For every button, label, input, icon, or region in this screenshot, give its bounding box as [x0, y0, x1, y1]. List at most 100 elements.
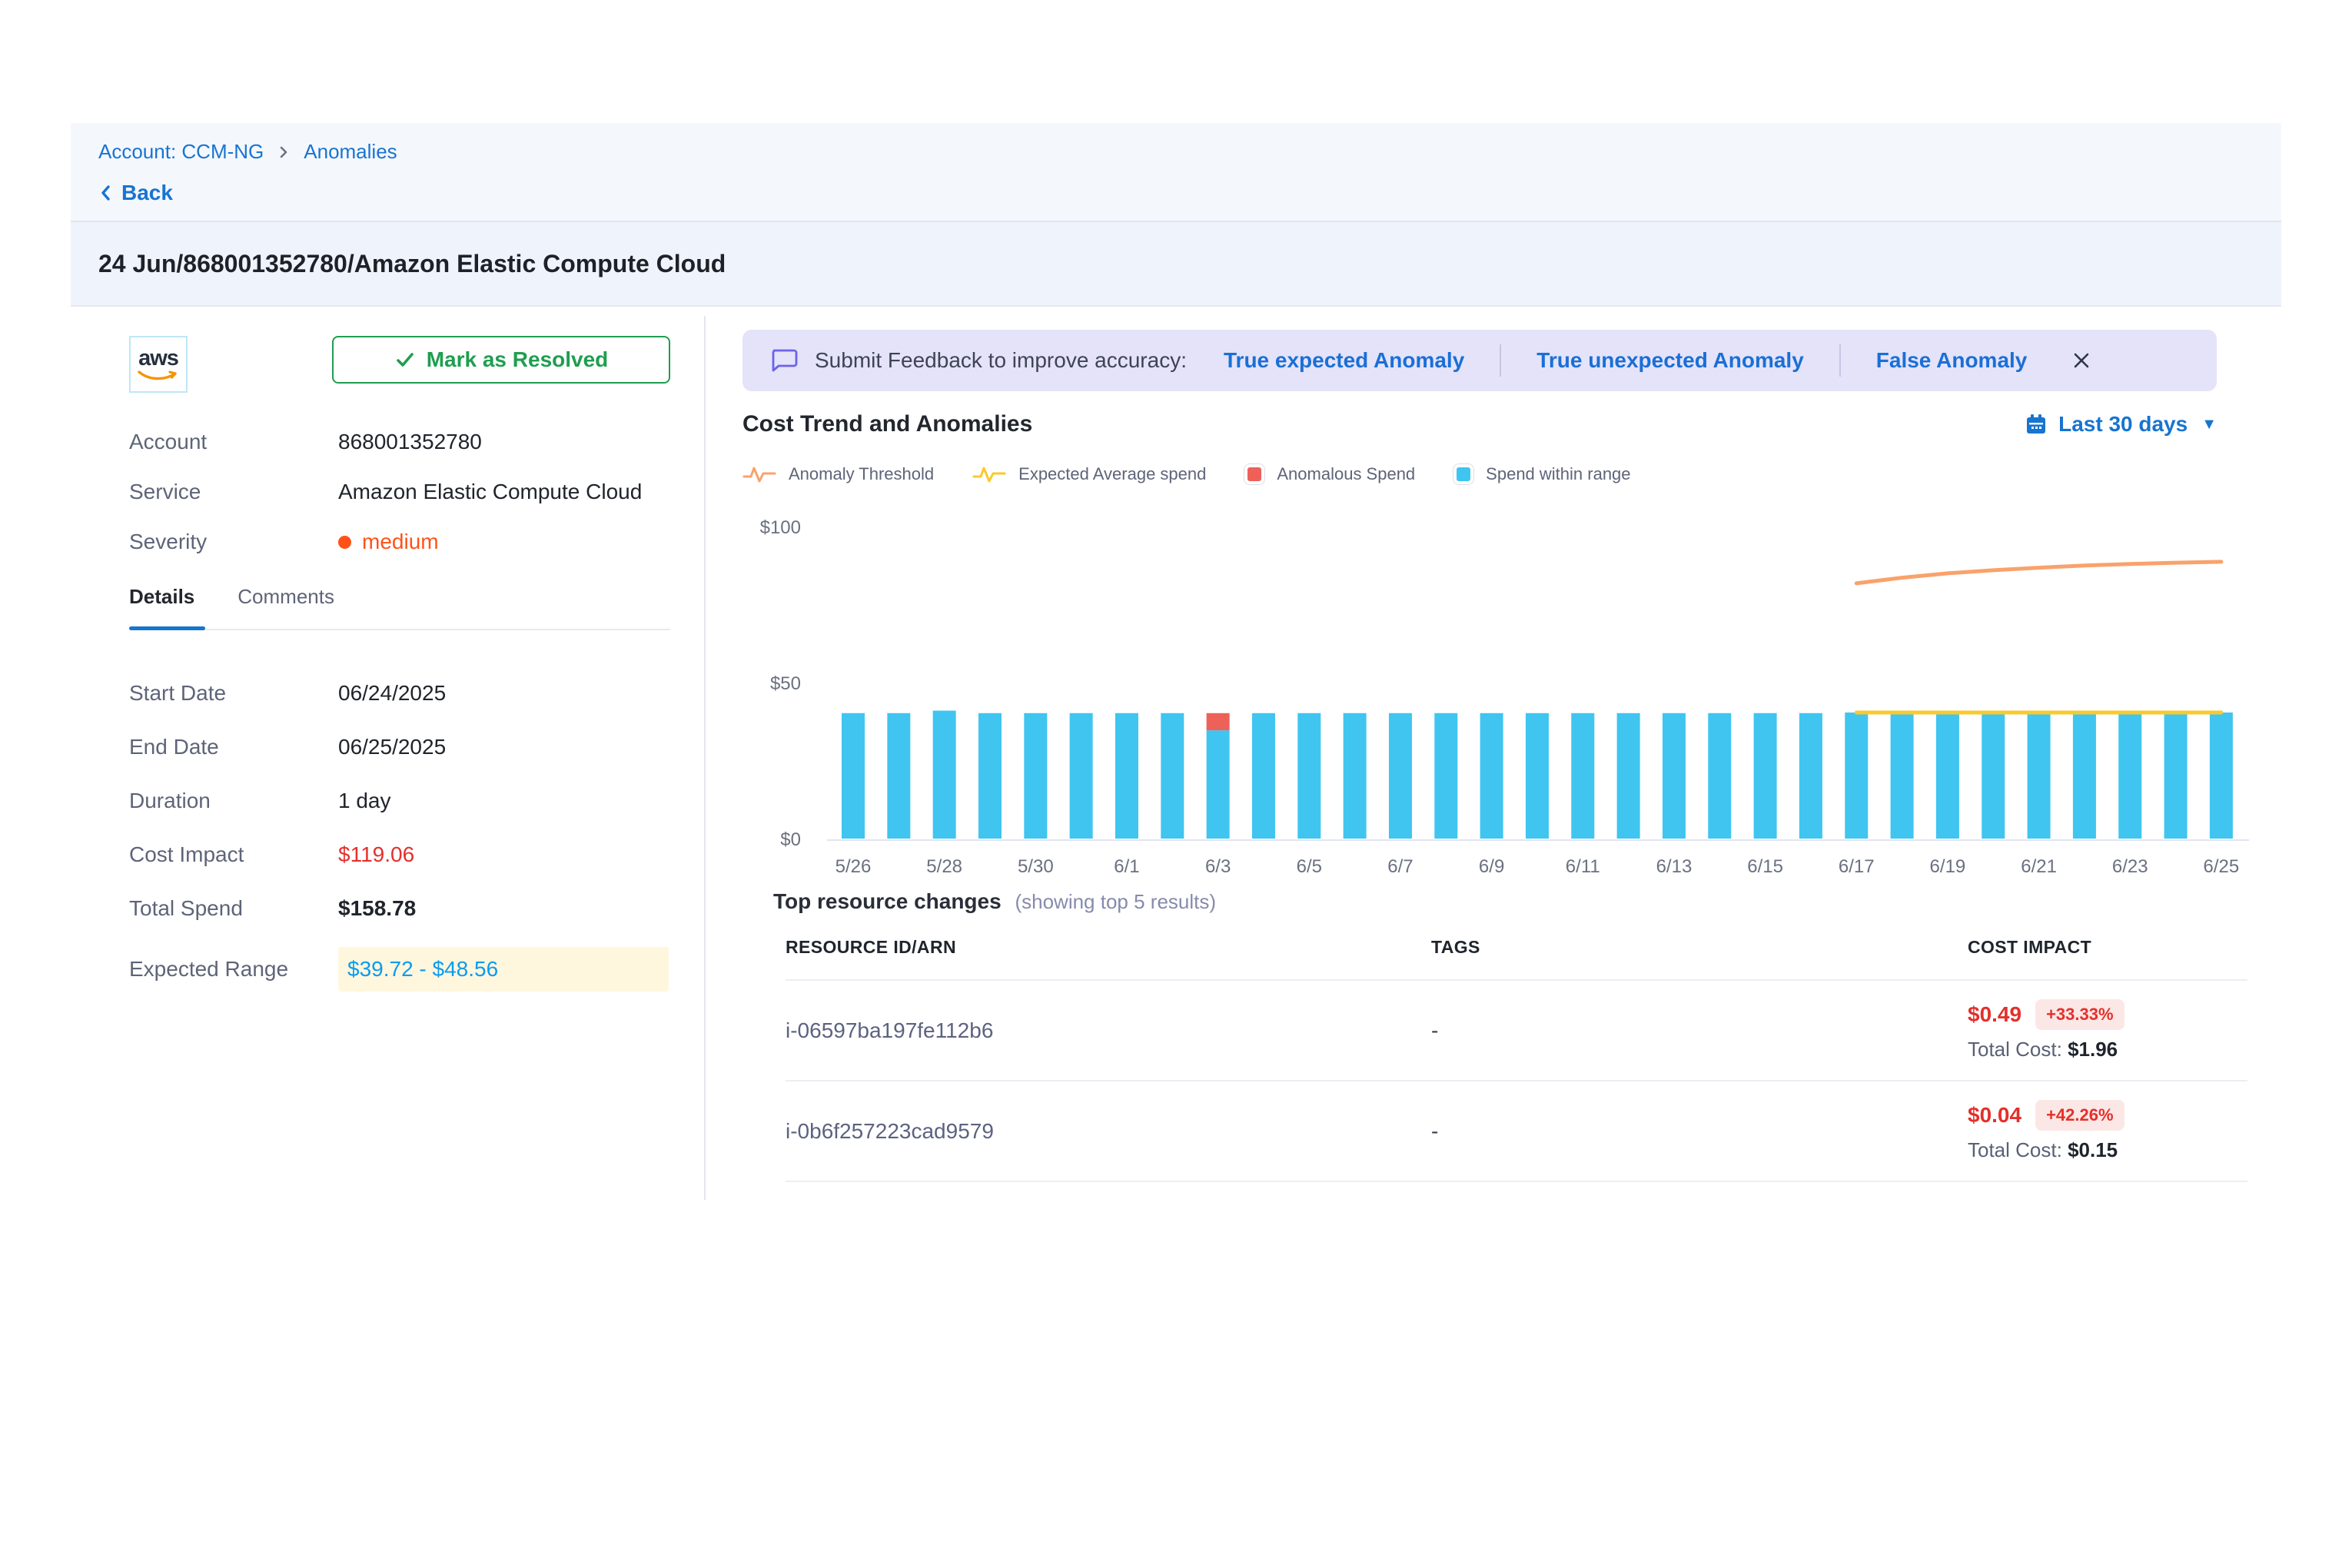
bar-6/11[interactable]: [1571, 713, 1594, 839]
bar-5/26[interactable]: [842, 713, 865, 839]
bar-6/16[interactable]: [1799, 713, 1822, 839]
detail-row-value: $158.78: [338, 896, 416, 921]
cost-trend-chart[interactable]: $0$50$1005/265/285/306/16/36/56/76/96/11…: [742, 499, 2249, 883]
bar-6/18[interactable]: [1891, 713, 1914, 839]
legend-item-spend-within-range[interactable]: Spend within range: [1453, 464, 1630, 484]
bar-6/19[interactable]: [1936, 713, 1959, 839]
feedback-option-true-expected-anomaly[interactable]: True expected Anomaly: [1224, 348, 1464, 373]
breadcrumb-anomalies-link[interactable]: Anomalies: [304, 140, 397, 164]
summary-row: Severity medium: [129, 530, 670, 554]
bar-6/14[interactable]: [1708, 713, 1731, 839]
x-axis-label: 6/3: [1205, 856, 1231, 877]
summary-row-label: Service: [129, 480, 338, 504]
summary-row-value: Amazon Elastic Compute Cloud: [338, 480, 642, 504]
resources-section-title: Top resource changes (showing top 5 resu…: [773, 889, 2217, 914]
detail-row-label: Expected Range: [129, 957, 338, 982]
table-row: i-06597ba197fe112b6-$0.49+33.33%Total Co…: [786, 979, 2247, 1080]
cost-impact-value: $0.49: [1968, 1002, 2021, 1027]
summary-rows: Account868001352780 ServiceAmazon Elastic…: [129, 430, 670, 554]
bar-6/9[interactable]: [1480, 713, 1503, 839]
tab-comments[interactable]: Comments: [238, 585, 334, 629]
tags-cell: -: [1431, 1018, 1968, 1043]
date-range-dropdown[interactable]: Last 30 days ▼: [2025, 412, 2217, 437]
legend-label: Expected Average spend: [1018, 464, 1206, 484]
pulse-line-icon: [972, 463, 1006, 485]
bar-5/31[interactable]: [1070, 713, 1093, 839]
bar-6/15[interactable]: [1754, 713, 1777, 839]
feedback-options: True expected Anomaly True unexpected Ano…: [1224, 344, 2027, 377]
detail-row: Cost Impact$119.06: [129, 839, 670, 870]
anomalous-bar-6/3[interactable]: [1207, 713, 1230, 730]
legend-item-expected-average-spend[interactable]: Expected Average spend: [972, 463, 1206, 485]
feedback-separator: [1839, 344, 1841, 377]
summary-row-label: Severity: [129, 530, 338, 554]
column-tags: TAGS: [1431, 937, 1968, 958]
chevron-right-icon: [277, 143, 290, 161]
bar-5/27[interactable]: [887, 713, 910, 839]
bar-6/1[interactable]: [1115, 713, 1138, 839]
bar-6/2[interactable]: [1161, 713, 1184, 839]
close-icon[interactable]: [2070, 349, 2093, 372]
feedback-option-true-unexpected-anomaly[interactable]: True unexpected Anomaly: [1536, 348, 1804, 373]
bar-6/10[interactable]: [1526, 713, 1549, 839]
chevron-left-icon: [98, 182, 112, 204]
total-cost-line: Total Cost: $1.96: [1968, 1038, 2247, 1061]
bar-6/25[interactable]: [2210, 713, 2233, 839]
detail-row: Duration1 day: [129, 786, 670, 816]
legend-item-anomalous-spend[interactable]: Anomalous Spend: [1244, 464, 1415, 484]
bar-5/29[interactable]: [978, 713, 1002, 839]
x-axis-label: 6/19: [1930, 856, 1966, 877]
resource-id: i-0b6f257223cad9579: [786, 1119, 994, 1143]
bar-6/6[interactable]: [1344, 713, 1367, 839]
bar-5/28[interactable]: [933, 711, 956, 839]
line-anomaly-threshold: [1856, 562, 2221, 583]
x-axis-label: 6/15: [1747, 856, 1783, 877]
detail-row: Total Spend$158.78: [129, 893, 670, 924]
detail-rows: Start Date06/24/2025End Date06/25/2025Du…: [129, 678, 670, 992]
breadcrumb-account-link[interactable]: Account: CCM-NG: [98, 140, 264, 164]
bar-6/21[interactable]: [2028, 713, 2051, 839]
legend-label: Anomaly Threshold: [789, 464, 934, 484]
chart-title: Cost Trend and Anomalies: [742, 411, 1032, 437]
breadcrumb: Account: CCM-NG Anomalies: [98, 140, 2254, 164]
tab-bar: Details Comments: [129, 585, 670, 630]
detail-row-label: Start Date: [129, 681, 338, 706]
cost-impact-line: $0.04+42.26%: [1968, 1100, 2247, 1131]
chat-bubble-icon: [770, 347, 798, 374]
anomaly-summary-sidebar: aws Mark as Resolved Account868001352780…: [71, 307, 704, 1200]
x-axis-label: 6/25: [2204, 856, 2240, 877]
mark-as-resolved-button[interactable]: Mark as Resolved: [332, 336, 670, 384]
bar-6/12[interactable]: [1617, 713, 1640, 839]
feedback-bar: Submit Feedback to improve accuracy: Tru…: [742, 330, 2217, 391]
bar-6/23[interactable]: [2118, 713, 2141, 839]
tab-details[interactable]: Details: [129, 585, 194, 629]
legend-swatch-icon: [1453, 464, 1473, 484]
severity-label: medium: [362, 530, 439, 554]
summary-row: Account868001352780: [129, 430, 670, 454]
bar-6/5[interactable]: [1297, 713, 1321, 839]
total-cost-value: $0.15: [2068, 1138, 2118, 1161]
legend-item-anomaly-threshold[interactable]: Anomaly Threshold: [742, 463, 934, 485]
bar-6/4[interactable]: [1252, 713, 1275, 839]
bar-6/24[interactable]: [2164, 713, 2188, 839]
bar-6/3[interactable]: [1207, 730, 1230, 839]
severity-value: medium: [338, 530, 439, 554]
detail-row-value: $39.72 - $48.56: [338, 947, 669, 992]
bar-6/20[interactable]: [1982, 713, 2005, 839]
feedback-prompt: Submit Feedback to improve accuracy:: [815, 348, 1187, 373]
bar-6/22[interactable]: [2073, 713, 2096, 839]
legend-swatch-icon: [1244, 464, 1264, 484]
bar-5/30[interactable]: [1024, 713, 1047, 839]
back-button[interactable]: Back: [98, 181, 2254, 205]
bar-6/7[interactable]: [1389, 713, 1412, 839]
feedback-option-false-anomaly[interactable]: False Anomaly: [1876, 348, 2028, 373]
cost-impact-percent-badge: +33.33%: [2035, 999, 2124, 1030]
bar-6/13[interactable]: [1663, 713, 1686, 839]
cost-impact-line: $0.49 +33.33%: [1968, 999, 2247, 1030]
bar-6/17[interactable]: [1845, 713, 1868, 839]
x-axis-label: 6/23: [2112, 856, 2148, 877]
detail-row-value: $119.06: [338, 842, 414, 867]
detail-row-value: 06/25/2025: [338, 735, 446, 759]
x-axis-label: 5/26: [835, 856, 872, 877]
bar-6/8[interactable]: [1434, 713, 1457, 839]
